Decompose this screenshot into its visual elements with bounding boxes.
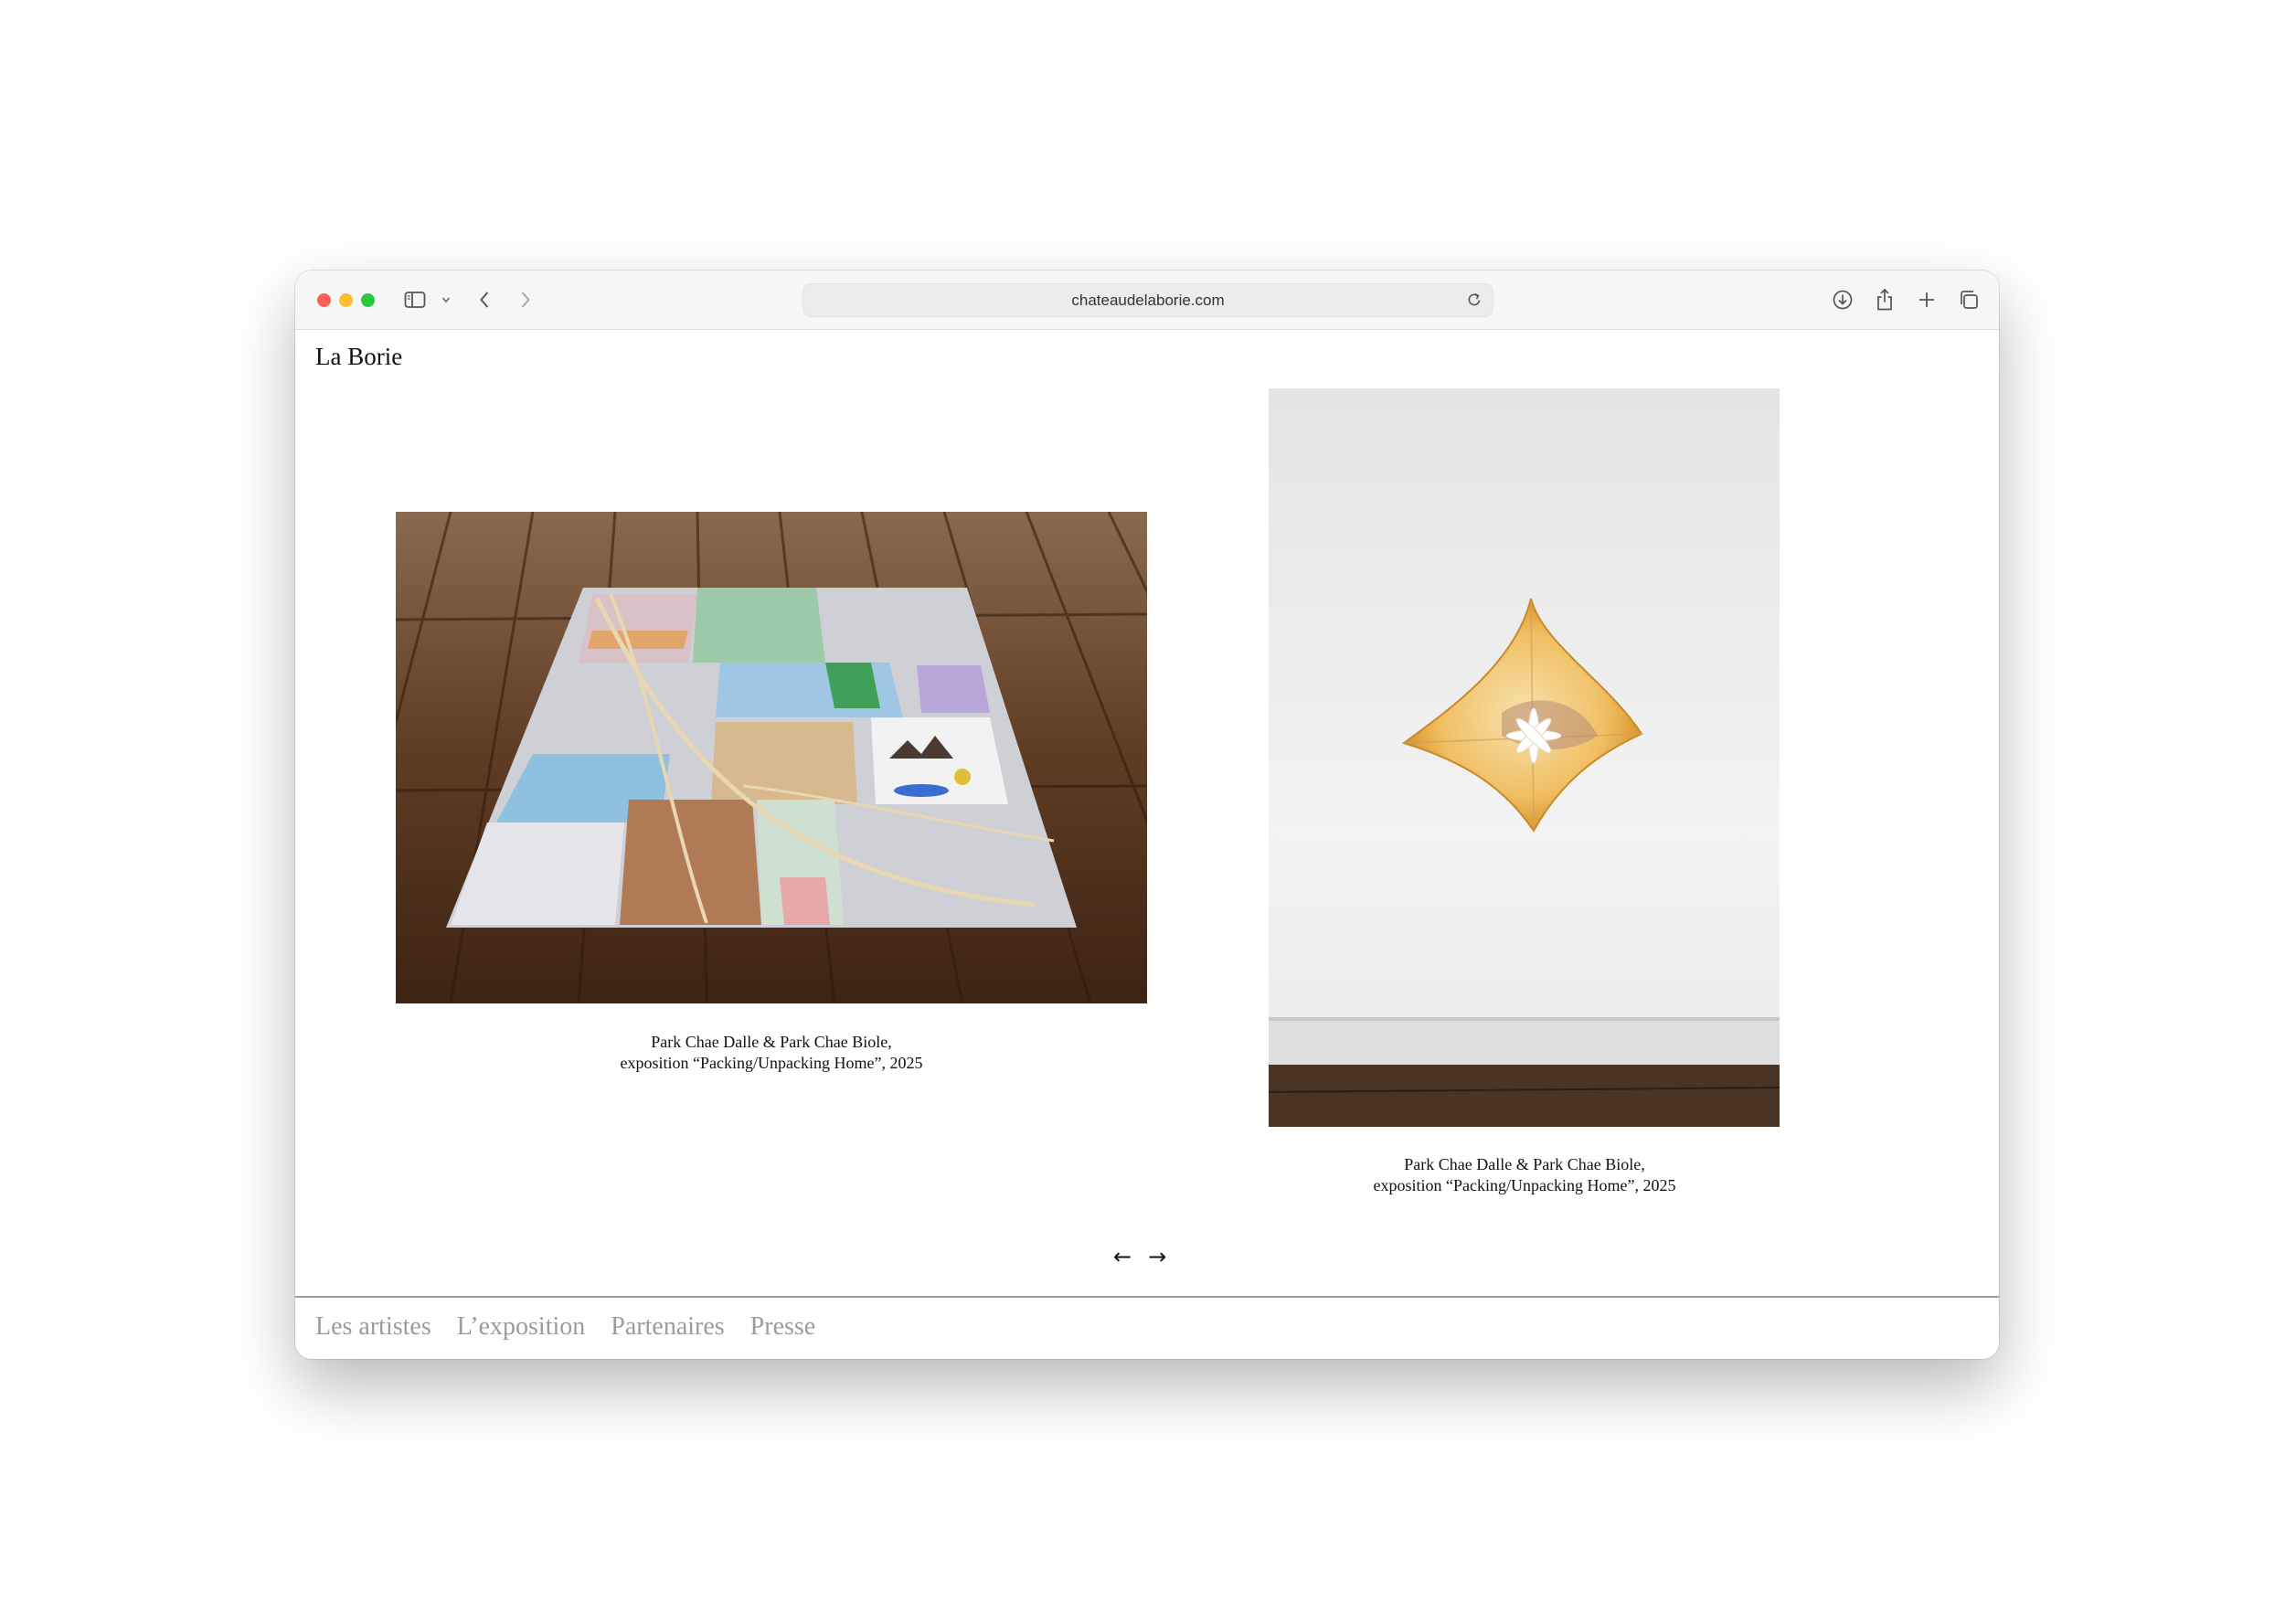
browser-toolbar: chateaudelaborie.com xyxy=(295,271,1999,330)
url-text: chateaudelaborie.com xyxy=(1071,292,1225,309)
previous-arrow-button[interactable]: ← xyxy=(1113,1244,1132,1269)
share-icon[interactable] xyxy=(1874,287,1896,313)
caption-1: Park Chae Dalle & Park Chae Biole, expos… xyxy=(543,1032,1000,1074)
chevron-down-icon[interactable] xyxy=(440,287,452,313)
footer-link-partenaires[interactable]: Partenaires xyxy=(611,1312,724,1342)
artwork-image-quilt xyxy=(396,512,1147,1003)
zoom-window-button[interactable] xyxy=(361,293,375,307)
minimize-window-button[interactable] xyxy=(339,293,353,307)
caption-2: Park Chae Dalle & Park Chae Biole, expos… xyxy=(1296,1154,1753,1196)
sidebar-icon[interactable] xyxy=(403,287,427,313)
caption-2-line-2: exposition “Packing/Unpacking Home”, 202… xyxy=(1373,1176,1676,1194)
footer-link-exposition[interactable]: L’exposition xyxy=(457,1312,586,1342)
caption-1-line-1: Park Chae Dalle & Park Chae Biole, xyxy=(651,1033,892,1051)
plus-icon[interactable] xyxy=(1916,287,1938,313)
caption-2-line-1: Park Chae Dalle & Park Chae Biole, xyxy=(1404,1155,1645,1173)
next-arrow-button[interactable]: → xyxy=(1148,1244,1166,1269)
browser-window: chateaudelaborie.com La Borie Park Chae … xyxy=(295,271,1999,1359)
page-content: La Borie Park Chae Dalle & Park Chae Bio… xyxy=(295,330,1999,1359)
close-window-button[interactable] xyxy=(317,293,331,307)
artwork-image-leaf xyxy=(1269,388,1780,1127)
tabs-overview-icon[interactable] xyxy=(1957,287,1981,313)
reload-icon[interactable] xyxy=(1465,291,1483,309)
footer-navigation: Les artistes L’exposition Partenaires Pr… xyxy=(295,1296,1999,1359)
download-icon[interactable] xyxy=(1831,287,1855,313)
site-title[interactable]: La Borie xyxy=(315,343,402,371)
caption-1-line-2: exposition “Packing/Unpacking Home”, 202… xyxy=(620,1054,923,1072)
chevron-right-icon[interactable] xyxy=(517,287,534,313)
address-bar[interactable]: chateaudelaborie.com xyxy=(802,283,1493,317)
footer-link-presse[interactable]: Presse xyxy=(750,1312,816,1342)
chevron-left-icon[interactable] xyxy=(476,287,493,313)
gallery-pagination: ← → xyxy=(1113,1244,1166,1269)
footer-link-artistes[interactable]: Les artistes xyxy=(315,1312,431,1342)
